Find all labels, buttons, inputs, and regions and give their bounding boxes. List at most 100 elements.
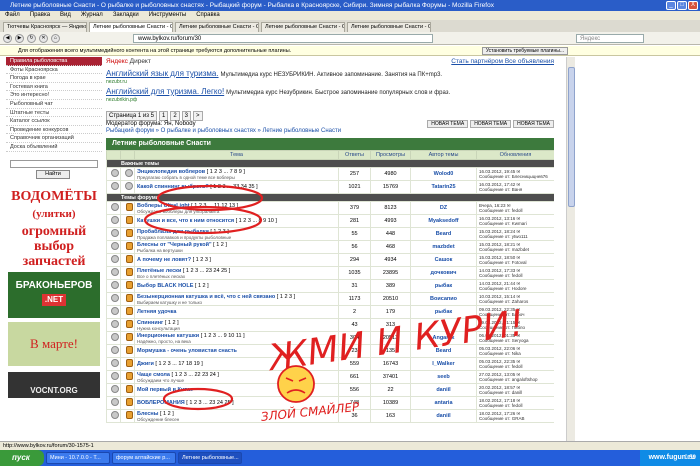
menu-bookmarks[interactable]: Закладки bbox=[113, 11, 139, 20]
ad-title[interactable]: Английский язык для туризма. bbox=[106, 69, 219, 78]
become-partner-link[interactable]: Стать партнёром bbox=[451, 58, 503, 65]
author-link[interactable]: mazbdet bbox=[410, 240, 477, 254]
author-link[interactable]: Beard bbox=[410, 344, 477, 358]
search-input[interactable]: Яндекс bbox=[576, 33, 644, 43]
author-link[interactable]: Myaksedoff bbox=[410, 214, 477, 228]
topic-row[interactable]: ВОБЛЕРОМАНИЯ [ 1 2 3 ... 23 24 25 ] 748 10… bbox=[106, 396, 554, 410]
page-next[interactable]: > bbox=[193, 111, 203, 121]
author-link[interactable]: DZ bbox=[410, 201, 477, 215]
back-icon[interactable]: ◀ bbox=[3, 33, 12, 43]
topic-title-link[interactable]: Пробаблазы для рыбалки bbox=[136, 229, 209, 235]
start-button[interactable]: пуск bbox=[0, 450, 44, 466]
topic-row[interactable]: А почему не ловят? [ 1 2 3 ] 294 4934 Сашок… bbox=[106, 253, 554, 267]
menu-help[interactable]: Справка bbox=[196, 11, 220, 20]
author-link[interactable]: seeb bbox=[410, 370, 477, 384]
browser-tab-active[interactable]: Летние рыболовные Снасти - О рыбал... bbox=[89, 22, 173, 32]
new-topic-button[interactable]: НОВАЯ ТЕМА bbox=[470, 120, 512, 128]
page-link[interactable]: 3 bbox=[181, 111, 192, 121]
author-link[interactable]: Beard bbox=[410, 227, 477, 241]
topic-title-link[interactable]: Блесны от "Черный рукой" bbox=[136, 242, 212, 248]
topic-title-link[interactable]: Инерционные катушки bbox=[136, 333, 199, 339]
topic-row[interactable]: Спиннинг [ 1 2 ] Нужна консультация 43 313 0… bbox=[106, 318, 554, 332]
topic-row[interactable]: Летняя удочка 2 179 рыбак 09.03.2012, 22:35… bbox=[106, 305, 554, 319]
brakonierov-banner[interactable]: БРАКОНЬЕРОВ .NET bbox=[8, 271, 100, 318]
last-post-author[interactable]: Сообщение от: fedoll bbox=[478, 273, 554, 278]
sidebar-item[interactable]: Каталог ссылок bbox=[6, 117, 102, 126]
topic-pages[interactable]: [ 1 2 3 ] bbox=[193, 257, 211, 263]
author-link[interactable]: Воисапио bbox=[410, 292, 477, 306]
taskbar-item[interactable]: форум алтайские р... bbox=[112, 452, 176, 464]
author-link[interactable]: daniil bbox=[410, 383, 477, 397]
topic-row[interactable]: Блесны от "Черный рукой" [ 1 2 ] Рыбалка … bbox=[106, 240, 554, 254]
page-link[interactable]: 2 bbox=[170, 111, 180, 121]
topic-row[interactable]: Плетёные лески [ 1 2 3 ... 23 24 25 ] Все… bbox=[106, 266, 554, 280]
topic-row[interactable]: Инерционные катушки [ 1 2 3 ... 9 10 11 … bbox=[106, 331, 554, 345]
topic-title-link[interactable]: Выбор BLACK HOLE bbox=[136, 283, 193, 289]
breadcrumb[interactable]: Рыбацкий форум » О рыбалке и рыболовных … bbox=[106, 128, 554, 135]
last-post-author[interactable]: Сообщение от: Seryoga bbox=[478, 338, 554, 343]
last-post-author[interactable]: Сообщение от: Блесницыцнев76 bbox=[478, 174, 554, 179]
find-button[interactable]: Найти bbox=[36, 169, 70, 179]
menu-tools[interactable]: Инструменты bbox=[149, 11, 186, 20]
col-header-updates[interactable]: Обновления bbox=[476, 150, 554, 160]
topic-pages[interactable]: [ 1 2 ] bbox=[160, 411, 174, 417]
last-post-author[interactable]: Сообщение от: mazbdet bbox=[478, 247, 554, 252]
new-topic-button[interactable]: НОВАЯ ТЕМА bbox=[427, 120, 469, 128]
topic-pages[interactable]: [ 1 2 ] bbox=[213, 242, 227, 248]
last-post-author[interactable]: Сообщение от: fedoll bbox=[478, 364, 554, 369]
last-post-author[interactable]: Сообщение от: Бабоч bbox=[478, 312, 554, 317]
topic-pages[interactable]: [ 1 2 3 ... 17 18 19 ] bbox=[155, 361, 202, 367]
reload-icon[interactable]: ↻ bbox=[27, 33, 36, 43]
topic-pages[interactable]: [ 1 2 3 ... 23 24 25 ] bbox=[186, 400, 233, 406]
ad-title[interactable]: Английский для туризма. Легко! bbox=[106, 87, 224, 96]
topic-title-link[interactable]: А почему не ловят? bbox=[136, 257, 191, 263]
forward-icon[interactable]: ▶ bbox=[15, 33, 24, 43]
sidebar-item[interactable]: Правила рыболовства bbox=[6, 57, 102, 66]
maximize-button[interactable]: □ bbox=[677, 1, 687, 10]
author-link[interactable]: Angarsk bbox=[410, 331, 477, 345]
last-post-author[interactable]: Сообщение от: Kwmari bbox=[478, 221, 554, 226]
topic-title-link[interactable]: Какой спиннинг выбрать? bbox=[136, 184, 209, 190]
topic-title-link[interactable]: Энциклопедия воблеров bbox=[136, 169, 205, 175]
author-link[interactable]: I_Walker bbox=[410, 357, 477, 371]
last-post-author[interactable]: Сообщение от: Hodore bbox=[478, 286, 554, 291]
topic-pages[interactable]: [ 1 2 3 ] bbox=[277, 294, 295, 300]
menu-history[interactable]: Журнал bbox=[81, 11, 103, 20]
last-post-author[interactable]: Сообщение от: angaloftshop bbox=[478, 377, 554, 382]
topic-row[interactable]: Чаще смола [ 1 2 3 ... 22 23 24 ] Обсужда… bbox=[106, 370, 554, 384]
topic-title-link[interactable]: Чаще смола bbox=[136, 372, 170, 378]
col-header-views[interactable]: Просмотры bbox=[370, 150, 411, 160]
topic-pages[interactable]: [ 1 2 ] bbox=[195, 283, 209, 289]
col-header-author[interactable]: Автор темы bbox=[410, 150, 477, 160]
close-button[interactable]: X bbox=[688, 1, 698, 10]
author-link[interactable]: рыбак bbox=[410, 305, 477, 319]
menu-edit[interactable]: Правка bbox=[30, 11, 50, 20]
topic-pages[interactable]: [ 1 2 3 ... 8 9 10 ] bbox=[236, 218, 277, 224]
last-post-author[interactable]: Сообщение от: Fotoval bbox=[478, 260, 554, 265]
menu-file[interactable]: Файл bbox=[5, 11, 20, 20]
topic-title-link[interactable]: Мой первый в Китае bbox=[136, 387, 193, 393]
author-link[interactable] bbox=[410, 318, 477, 332]
ad-url[interactable]: nezubrikin.рф bbox=[106, 97, 554, 103]
taskbar-item-active[interactable]: Летние рыболовные... bbox=[178, 452, 242, 464]
sidebar-item[interactable]: Гостевая книга bbox=[6, 83, 102, 92]
sidebar-item[interactable]: Рыболовный чат bbox=[6, 100, 102, 109]
ad-url[interactable]: nezubr.ru bbox=[106, 79, 554, 85]
all-ads-link[interactable]: Все объявления bbox=[505, 58, 554, 65]
topic-row[interactable]: Блесны [ 1 2 ] Обсуждение блесен 36 163 dani… bbox=[106, 409, 554, 423]
topic-title-link[interactable]: Блесны bbox=[136, 411, 158, 417]
topic-title-link[interactable]: Плетёные лески bbox=[136, 268, 181, 274]
topic-row[interactable]: Выбор BLACK HOLE [ 1 2 ] 31 389 рыбак 14.03.… bbox=[106, 279, 554, 293]
topic-pages[interactable]: [ 1 2 3 ... 22 23 24 ] bbox=[172, 372, 219, 378]
taskbar-item[interactable]: Мини - 10.7.0.0 - Т... bbox=[46, 452, 110, 464]
topic-title-link[interactable]: Катушки и все, что к ним относится bbox=[136, 218, 234, 224]
topic-row[interactable]: Джиги [ 1 2 3 ... 17 18 19 ] 559 16743 I_Wa… bbox=[106, 357, 554, 371]
install-plugins-button[interactable]: Установить требуемые плагины... bbox=[481, 47, 568, 55]
sidebar-item[interactable]: Справочник организаций bbox=[6, 134, 102, 143]
topic-title-link[interactable]: Джиги bbox=[136, 361, 154, 367]
last-post-author[interactable]: Сообщение от: Пабло bbox=[478, 325, 554, 330]
topic-pages[interactable]: [ 1 2 3 ... 23 24 25 ] bbox=[183, 268, 230, 274]
last-post-author[interactable]: Сообщение от: Nika bbox=[478, 351, 554, 356]
vertical-scrollbar[interactable] bbox=[566, 57, 575, 441]
topic-pages[interactable]: [ 1 2 3 ... 7 8 9 ] bbox=[207, 169, 245, 175]
